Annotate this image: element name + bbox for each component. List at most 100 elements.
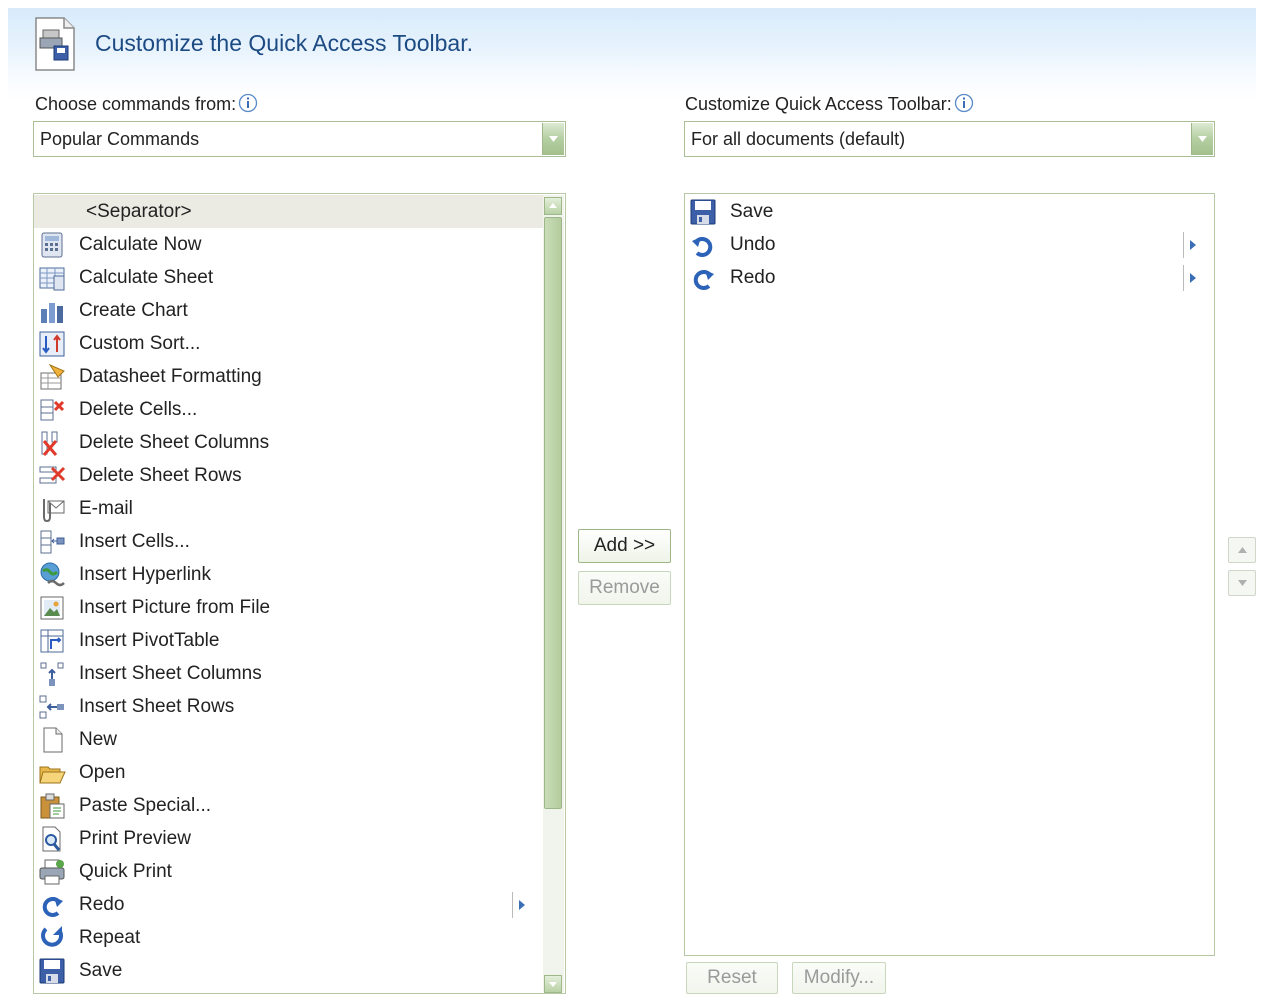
sort-icon [39, 331, 65, 357]
triangle-right-icon [519, 900, 525, 910]
command-item-label: Insert Cells... [79, 531, 190, 552]
command-item[interactable]: Insert Sheet Rows [34, 690, 543, 723]
command-item-label: Insert Picture from File [79, 597, 271, 618]
toolbar-item[interactable]: Save [685, 195, 1214, 228]
command-item[interactable]: Delete Cells... [34, 393, 543, 426]
choose-commands-label-text: Choose commands from: [35, 94, 237, 114]
command-item[interactable]: Insert Hyperlink [34, 558, 543, 591]
command-item-label: New [79, 729, 118, 750]
command-item-label: Delete Sheet Columns [79, 432, 270, 453]
insert-cells-icon [40, 530, 65, 554]
command-item[interactable]: Insert Sheet Columns [34, 657, 543, 690]
redo-icon [42, 896, 63, 917]
command-item-label: Calculate Now [79, 234, 202, 255]
move-up-button[interactable] [1228, 537, 1256, 563]
command-item[interactable]: Insert Cells... [34, 525, 543, 558]
move-down-button[interactable] [1228, 570, 1256, 596]
remove-button[interactable]: Remove [578, 571, 671, 605]
command-item-label: Calculate Sheet [79, 267, 214, 288]
toolbar-item-label: Undo [730, 234, 776, 255]
command-item-label: Open [79, 762, 126, 783]
command-item[interactable]: Delete Sheet Rows [34, 459, 543, 492]
command-item[interactable]: New [34, 723, 543, 756]
choose-commands-dropdown[interactable]: Popular Commands [33, 121, 566, 157]
command-item[interactable]: Save [34, 954, 543, 987]
triangle-right-icon [1190, 240, 1196, 250]
delete-rows-icon [39, 466, 66, 484]
dropdown-arrow-button[interactable] [1191, 123, 1213, 155]
scroll-up-button[interactable] [544, 197, 562, 215]
toolbar-item[interactable]: Redo [685, 261, 1214, 294]
quick-access-toolbar-list[interactable]: Save Undo Redo [684, 193, 1215, 956]
command-item[interactable]: Paste Special... [34, 789, 543, 822]
toolbar-item-label: Save [730, 201, 774, 222]
new-document-icon [43, 727, 63, 753]
modify-button-label: Modify... [803, 967, 875, 988]
reset-button[interactable]: Reset [686, 962, 778, 994]
command-item[interactable]: <Separator> [34, 195, 543, 228]
reset-button-label: Reset [707, 967, 757, 988]
chevron-up-icon [549, 203, 557, 208]
command-item[interactable]: Insert Picture from File [34, 591, 543, 624]
scroll-down-button[interactable] [544, 975, 562, 993]
command-item[interactable]: Calculate Sheet [34, 261, 543, 294]
command-item-label: Insert PivotTable [79, 630, 220, 651]
dialog-header: Customize the Quick Access Toolbar. [8, 8, 1256, 100]
chart-icon [41, 303, 63, 323]
command-item-label: Delete Cells... [79, 399, 198, 420]
command-item[interactable]: Quick Print [34, 855, 543, 888]
command-item[interactable]: Create Chart [34, 294, 543, 327]
command-item[interactable]: Custom Sort... [34, 327, 543, 360]
customize-qat-label-text: Customize Quick Access Toolbar: [685, 94, 952, 114]
dropdown-arrow-button[interactable] [542, 123, 564, 155]
add-button[interactable]: Add >> [578, 529, 671, 563]
command-item-label: Insert Hyperlink [79, 564, 211, 585]
insert-rows-icon [39, 695, 64, 719]
printer-icon [39, 859, 65, 885]
command-item[interactable]: Print Preview [34, 822, 543, 855]
command-item[interactable]: Datasheet Formatting [34, 360, 543, 393]
chevron-up-icon [1238, 547, 1247, 553]
repeat-icon [41, 926, 63, 947]
chevron-down-icon [549, 982, 557, 987]
command-item[interactable]: Calculate Now [34, 228, 543, 261]
undo-icon [692, 236, 713, 257]
picture-icon [40, 596, 64, 620]
command-item-label: Redo [79, 894, 125, 915]
submenu-indicator [1183, 265, 1202, 291]
command-item[interactable]: Delete Sheet Columns [34, 426, 543, 459]
command-item-label: Custom Sort... [79, 333, 201, 354]
modify-button[interactable]: Modify... [792, 962, 886, 994]
add-button-label: Add >> [593, 535, 656, 556]
remove-button-label: Remove [589, 577, 660, 598]
choose-commands-value: Popular Commands [40, 129, 200, 149]
command-item-label: Insert Sheet Columns [79, 663, 262, 684]
choose-commands-label: Choose commands from: [35, 93, 258, 115]
commands-scrollbar[interactable] [543, 195, 564, 993]
customize-qat-dropdown[interactable]: For all documents (default) [684, 121, 1215, 157]
customize-qat-value: For all documents (default) [691, 129, 906, 149]
save-icon [39, 958, 65, 984]
command-item-label: Print Preview [79, 828, 191, 849]
command-item-label: Datasheet Formatting [79, 366, 262, 387]
pivottable-icon [40, 629, 64, 653]
command-item-label: <Separator> [86, 201, 192, 222]
save-icon [690, 199, 716, 225]
dialog-title: Customize the Quick Access Toolbar. [95, 30, 473, 56]
toolbar-item[interactable]: Undo [685, 228, 1214, 261]
submenu-indicator [512, 892, 531, 918]
command-item[interactable]: Open [34, 756, 543, 789]
command-item-label: Insert Sheet Rows [79, 696, 235, 717]
command-item[interactable]: E-mail [34, 492, 543, 525]
command-item[interactable]: Redo [34, 888, 543, 921]
print-preview-icon [42, 826, 61, 852]
commands-list[interactable]: <Separator> Calculate Now Calculate Sheet C… [33, 193, 566, 994]
info-icon [238, 93, 258, 113]
redo-icon [693, 269, 714, 290]
scroll-thumb[interactable] [544, 217, 562, 809]
command-item[interactable]: Insert PivotTable [34, 624, 543, 657]
hyperlink-icon [40, 562, 65, 587]
command-item-label: Save [79, 960, 123, 981]
command-item[interactable]: Repeat [34, 921, 543, 954]
customize-qat-label: Customize Quick Access Toolbar: [685, 93, 974, 115]
